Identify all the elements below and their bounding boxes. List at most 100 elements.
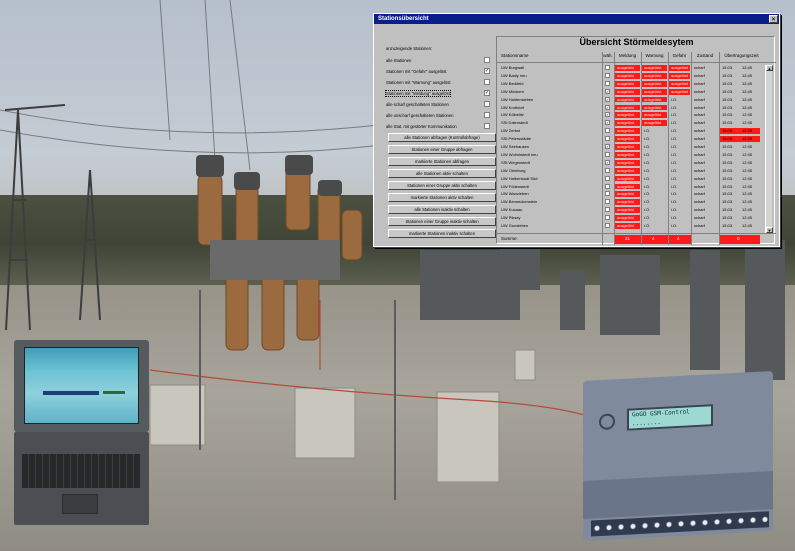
station-name: UW Benneckenstein [501, 199, 538, 205]
warnung-cell: ausgelöst [644, 80, 662, 86]
zustand-cell: scharf [694, 215, 705, 221]
table-row[interactable]: UW Krottdorf ausgelöst ausgelöst i.O. scharf… [497, 104, 776, 111]
table-row[interactable]: UW Kuxaau ausgelöst i.O. i.O. scharf 15.03. 12… [497, 207, 776, 214]
table-scrollbar[interactable]: ▲ ▼ [765, 65, 773, 233]
command-button[interactable]: markierte Stationen inaktiv schalten [388, 229, 496, 238]
filter-option[interactable]: alle Stationen [386, 56, 490, 65]
row-select-checkbox[interactable]: ✓ [605, 159, 610, 165]
station-name: UW Kölbelitz [501, 112, 524, 118]
filter-checkbox[interactable] [484, 123, 490, 129]
station-table: Übersicht Störmeldesytem Stationsname wäh… [496, 36, 776, 245]
filter-heading: anzuzeigende Stationen: [386, 46, 433, 51]
row-select-checkbox[interactable] [605, 175, 610, 181]
row-select-checkbox[interactable] [605, 167, 610, 173]
command-button[interactable]: alle Stationen aktiv schalten [388, 169, 496, 178]
table-row[interactable]: UW Seehausen ausgelöst i.O. i.O. scharf 15.03… [497, 144, 776, 150]
table-row[interactable]: UW Zerbst ausgelöst i.O. i.O. scharf 15.03. 12… [497, 128, 776, 135]
command-button[interactable]: Stationen einer Gruppe abfragen [388, 145, 496, 154]
command-button[interactable]: markierte Stationen aktiv schalten [388, 193, 496, 202]
warnung-cell: i.O. [644, 215, 651, 221]
row-select-checkbox[interactable]: ✓ [605, 88, 610, 94]
row-select-checkbox[interactable] [605, 223, 610, 228]
column-header[interactable]: Meldung [614, 53, 641, 58]
table-row[interactable]: UW Berkfeld ausgelöst ausgelöst ausgelöst sc… [497, 80, 776, 87]
row-select-checkbox[interactable] [605, 136, 610, 142]
row-select-checkbox[interactable] [605, 72, 610, 78]
laptop-screen [24, 347, 139, 424]
gefahr-cell: i.O. [671, 136, 678, 142]
row-select-checkbox[interactable] [605, 128, 610, 134]
row-select-checkbox[interactable]: ✓ [605, 144, 610, 149]
table-row[interactable]: UW Halberstadt Süd ausgelöst i.O. i.O. schar… [497, 175, 776, 182]
zustand-cell: scharf [694, 88, 705, 94]
table-row[interactable]: UW Wanzleben ausgelöst i.O. i.O. scharf 15.03… [497, 191, 776, 198]
row-select-checkbox[interactable]: ✓ [605, 112, 610, 118]
station-name: UW Halberstadt Süd [501, 175, 538, 181]
col-divider [641, 52, 642, 245]
filter-checkbox[interactable]: ✓ [484, 68, 490, 74]
table-row[interactable]: UW Ortelburg ausgelöst i.O. i.O. scharf 15.03… [497, 167, 776, 174]
filter-option[interactable]: Stationen mit "Warnung" ausgelöst [386, 78, 490, 87]
row-select-checkbox[interactable] [605, 199, 610, 205]
row-select-checkbox[interactable] [605, 183, 610, 189]
table-row[interactable]: UW Gunsleben ausgelöst i.O. i.O. scharf 15.03… [497, 223, 776, 229]
filter-option[interactable]: Stationen mit "Meldung" ausgelöst ✓ [385, 89, 490, 98]
command-button[interactable]: alle Stationen abfragen (Kontrollabfrage… [388, 133, 496, 142]
table-row[interactable]: UW Piksey ausgelöst i.O. i.O. scharf 15.03. 12… [497, 215, 776, 221]
column-header[interactable]: Übertragungszeit [719, 53, 764, 58]
filter-checkbox[interactable] [484, 57, 490, 63]
warnung-cell: i.O. [644, 183, 651, 189]
table-row[interactable]: UW Wolmirstedt neu ausgelöst i.O. i.O. schar… [497, 151, 776, 158]
header-divider [497, 62, 776, 63]
filter-checkbox[interactable] [484, 79, 490, 85]
row-select-checkbox[interactable] [605, 80, 610, 86]
date-cell: 15.03. [722, 151, 734, 157]
filter-checkbox[interactable]: ✓ [484, 90, 490, 96]
sum-meldung: 21 [625, 236, 631, 241]
column-header[interactable]: Gefahr [668, 53, 691, 58]
scroll-up-icon[interactable]: ▲ [766, 65, 773, 71]
warnung-cell: ausgelöst [644, 65, 662, 70]
date-cell: 15.03. [722, 112, 734, 118]
sum-row: Summe: 21 4 4 0 [497, 233, 776, 245]
row-select-checkbox[interactable] [605, 191, 610, 197]
table-row[interactable]: UW Födenstedt ausgelöst i.O. i.O. scharf 15.0… [497, 183, 776, 190]
table-row[interactable]: UW Haldensleben ausgelöst ausgelöst i.O. sch… [497, 96, 776, 103]
meldung-cell: ausgelöst [617, 215, 635, 221]
table-row[interactable]: UW Burgwall ausgelöst ausgelöst ausgelöst sc… [497, 65, 776, 71]
row-select-checkbox[interactable]: ✓ [605, 120, 610, 126]
table-row[interactable]: UW Benneckenstein ausgelöst i.O. i.O. scharf… [497, 199, 776, 206]
filter-option[interactable]: alle unscharf geschalteten Stationen [386, 111, 490, 120]
table-row[interactable]: UW Möckern ausgelöst ausgelöst ausgelöst sch… [497, 88, 776, 95]
column-header[interactable]: wäh. [602, 53, 614, 58]
filter-option[interactable]: alle scharf geschalteten Stationen [386, 100, 490, 109]
row-select-checkbox[interactable]: ✓ [605, 96, 610, 102]
gefahr-cell: ausgelöst [671, 80, 689, 86]
sum-label: Summe: [501, 236, 518, 241]
meldung-cell: ausgelöst [617, 120, 635, 126]
command-button[interactable]: Stationen einer Gruppe aktiv schalten [388, 181, 496, 190]
column-header[interactable]: Zustand [691, 53, 719, 58]
warnung-cell: ausgelöst [644, 72, 662, 78]
table-row[interactable]: UW Badly neu ausgelöst ausgelöst ausgelöst s… [497, 72, 776, 79]
table-row[interactable]: SSt Petersstädte ausgelöst i.O. i.O. scharf 1… [497, 136, 776, 142]
close-button[interactable]: × [769, 15, 778, 23]
column-header[interactable]: Stationsname [501, 53, 601, 58]
filter-option[interactable]: alle Stat. mit gestörter Kommunikation [386, 122, 490, 131]
row-select-checkbox[interactable] [605, 215, 610, 221]
row-select-checkbox[interactable] [605, 65, 610, 70]
row-select-checkbox[interactable] [605, 151, 610, 157]
command-button[interactable]: Stationen einer Gruppe inaktiv schalten [388, 217, 496, 226]
table-row[interactable]: SSt Dalenstedt ausgelöst ausgelöst i.O. scha… [497, 120, 776, 127]
filter-checkbox[interactable] [484, 101, 490, 107]
filter-checkbox[interactable] [484, 112, 490, 118]
table-row[interactable]: UW Kölbelitz ausgelöst ausgelöst i.O. scharf… [497, 112, 776, 119]
command-button[interactable]: alle Stationen inaktiv schalten [388, 205, 496, 214]
table-row[interactable]: SSt Wegenstedt ausgelöst i.O. i.O. scharf 15.… [497, 159, 776, 166]
warnung-cell: i.O. [644, 167, 651, 173]
column-header[interactable]: Warnung [641, 53, 668, 58]
row-select-checkbox[interactable] [605, 207, 610, 213]
row-select-checkbox[interactable]: ✓ [605, 104, 610, 110]
command-button[interactable]: markierte Stationen abfragen [388, 157, 496, 166]
filter-option[interactable]: Stationen mit "Gefahr" ausgelöst ✓ [386, 67, 490, 76]
